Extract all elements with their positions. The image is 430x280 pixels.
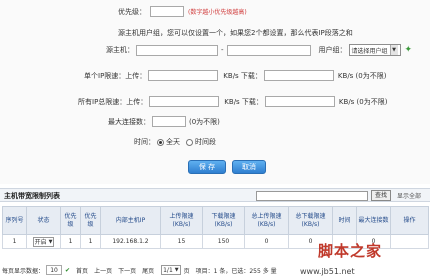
time-period-label: 时间段 [195, 138, 216, 146]
add-group-icon[interactable]: ✦ [405, 45, 413, 55]
cancel-button[interactable]: 取消 [232, 160, 266, 174]
user-group-select[interactable]: 请选择用户组 ▼ [348, 44, 401, 56]
list-title: 主机带宽限制列表 [4, 192, 60, 200]
max-connections-row: 最大连接数： (0为不限) [108, 116, 220, 127]
next-page-link[interactable]: 下一页 [118, 266, 136, 275]
table-cell: 192.168.1.2 [100, 234, 161, 249]
max-connections-input[interactable] [152, 116, 186, 127]
source-note-text: 源主机用户组，您可以仅设置一个，如果您2个都设置，那么代表IP段落之和 [118, 29, 353, 37]
user-group-label: 用户组： [318, 46, 347, 54]
column-header[interactable]: 内部主机IP [100, 206, 161, 235]
single-ip-download-label: KB/s 下载： [223, 71, 262, 80]
pagination-bar: 每页显示数据： 10 ✔ 首页 上一页 下一页 尾页 1/1 ▼ 页 项目：1 … [2, 263, 428, 277]
search-input[interactable] [256, 191, 368, 201]
time-all-day-label: 全天 [166, 138, 180, 146]
column-header[interactable]: 序列号 [2, 206, 27, 235]
source-host-label: 源主机： [106, 46, 134, 54]
status-select-value: 开启 [34, 239, 47, 246]
all-ip-upload-label: 所有IP总限速：上传： [78, 97, 148, 106]
first-page-link[interactable]: 首页 [76, 266, 88, 275]
single-ip-unit-hint: KB/s (0为不限) [337, 71, 387, 80]
prev-page-link[interactable]: 上一页 [94, 266, 112, 275]
column-header[interactable]: 操作 [390, 206, 429, 235]
source-host-row: 源主机： - 用户组： 请选择用户组 ▼ ✦ [106, 44, 412, 56]
column-header[interactable]: 时间 [332, 206, 357, 235]
user-group-select-value: 请选择用户组 [351, 47, 388, 55]
single-ip-limit-row: 单个IP限速：上传： KB/s 下载： KB/s (0为不限) [84, 70, 386, 81]
table-cell: 0 [244, 234, 289, 249]
save-button[interactable]: 保 存 [188, 160, 226, 174]
search-button[interactable]: 查找 [371, 190, 391, 201]
chevron-down-icon: ▼ [48, 238, 53, 245]
page-select-value: 1/1 [163, 266, 173, 274]
table-cell: 15 [160, 234, 203, 249]
list-header: 主机带宽限制列表 查找 显示全部 [0, 188, 430, 202]
source-host-end-input[interactable] [226, 44, 311, 56]
per-page-input[interactable]: 10 [46, 265, 63, 275]
table-cell: 1 [2, 234, 27, 249]
column-header[interactable]: 优先级 [60, 206, 81, 235]
column-header[interactable]: 总下载限速(KB/s) [288, 206, 333, 235]
column-header[interactable]: 最大连接数 [356, 206, 391, 235]
rule-form: 优先级： (数字越小优先级越高) 源主机用户组，您可以仅设置一个，如果您2个都设… [0, 0, 430, 184]
time-period-radio[interactable] [186, 138, 193, 146]
watermark-logo: 脚本之家 [318, 242, 383, 260]
per-page-label: 每页显示数据： [2, 267, 45, 275]
column-header[interactable]: 下载限速(KB/s) [202, 206, 245, 235]
table-cell: 1 [60, 234, 81, 249]
column-header[interactable]: 状态 [26, 206, 61, 235]
single-ip-upload-label: 单个IP限速：上传： [84, 71, 147, 80]
status-select[interactable]: 开启 ▼ [32, 236, 55, 247]
range-separator: - [221, 46, 224, 54]
time-row: 时间： 全天 时间段 [134, 137, 216, 147]
chevron-down-icon: ▼ [389, 45, 398, 55]
note-row: 源主机用户组，您可以仅设置一个，如果您2个都设置，那么代表IP段落之和 [118, 28, 353, 38]
column-header[interactable]: 上传限速(KB/s) [160, 206, 203, 235]
single-ip-download-input[interactable] [263, 70, 334, 81]
column-header[interactable]: 总上传限速(KB/s) [244, 206, 289, 235]
table-header-row: 序列号 状态 优先级 优先级 内部主机IP 上传限速(KB/s) 下载限速(KB… [2, 206, 429, 235]
status-select-cell: 开启 ▼ [26, 234, 61, 249]
priority-hint: (数字越小优先级越高) [188, 9, 247, 16]
source-host-start-input[interactable] [136, 44, 218, 56]
chevron-down-icon: ▼ [174, 267, 179, 273]
single-ip-upload-input[interactable] [148, 70, 219, 81]
column-header[interactable]: 优先级 [80, 206, 101, 235]
priority-input[interactable] [150, 6, 184, 17]
apply-icon[interactable]: ✔ [65, 267, 70, 274]
table-cell: 150 [202, 234, 245, 249]
all-ip-upload-input[interactable] [149, 96, 220, 107]
all-ip-download-input[interactable] [264, 96, 335, 107]
all-ip-download-label: KB/s 下载： [224, 97, 263, 106]
all-ip-limit-row: 所有IP总限速：上传： KB/s 下载： KB/s (0为不限) [78, 96, 387, 107]
time-label: 时间： [134, 138, 155, 146]
priority-row: 优先级： (数字越小优先级越高) [118, 6, 247, 17]
priority-label: 优先级： [118, 7, 146, 16]
all-ip-unit-hint: KB/s (0为不限) [338, 97, 388, 106]
time-all-day-radio[interactable] [157, 138, 164, 146]
max-connections-hint: (0为不限) [189, 117, 220, 126]
show-all-link[interactable]: 显示全部 [397, 191, 421, 200]
items-summary: 项目：1 条，已选：255 多 量 [195, 267, 277, 275]
page-select[interactable]: 1/1 ▼ [161, 265, 181, 275]
last-page-link[interactable]: 尾页 [142, 266, 154, 275]
table-cell [390, 234, 429, 249]
table-cell: 1 [80, 234, 101, 249]
max-connections-label: 最大连接数： [108, 117, 150, 126]
page-label: 页 [183, 267, 190, 275]
watermark-url: www.jb51.net [300, 267, 355, 276]
